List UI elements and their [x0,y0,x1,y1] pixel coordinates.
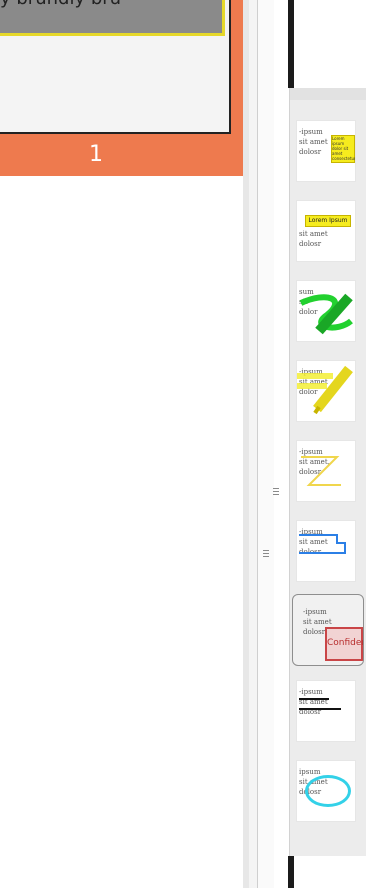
document-border-bottom [288,856,294,888]
thumbnail-header-band: y brundly bru [0,0,225,36]
page-thumbnail-pane: y brundly bru 1 [0,0,243,888]
thumbnail-header-text: y brundly bru [0,0,121,9]
style-item-sticky-note[interactable]: -ipsum sit amet dolosr Lorem ipsum dolor… [296,120,356,182]
page-thumbnail-image: y brundly bru [0,0,231,134]
sticky-note-icon: Lorem ipsum dolor sit amet consectetur [331,135,356,163]
highlighter-icon [297,365,353,415]
style-item-callout[interactable]: -ipsum sit amet dolosr [296,520,356,582]
style-sample-text: -ipsum sit amet dolosr [299,128,328,156]
style-item-zigzag[interactable]: -ipsum sit amet, dolosr [296,440,356,502]
zigzag-icon [301,456,341,486]
style-item-highlighter[interactable]: -ipsum sit amet dolor [296,360,356,422]
panel-grip-icon[interactable] [273,486,279,498]
text-box-icon: Lorem Ipsum [305,215,351,227]
style-item-stamp[interactable]: -ipsum sit amet dolosr Confidential [292,594,364,666]
style-item-circle[interactable]: ipsum sit amet dolosr [296,760,356,822]
page-thumbnail-selected[interactable]: y brundly bru 1 [0,0,243,176]
page-number: 1 [89,142,103,167]
splitter-right[interactable] [273,0,279,888]
annotation-styles-panel: -ipsum sit amet dolosr Lorem ipsum dolor… [289,88,366,856]
splitter-grip-icon[interactable] [263,548,269,560]
style-item-underline[interactable]: -ipsum sit amet dolosr [296,680,356,742]
style-sample-text: sit amet dolosr [299,230,328,248]
circle-icon [305,775,351,807]
callout-icon [299,534,346,554]
splitter-gutter[interactable] [258,0,274,888]
panel-header [290,88,366,100]
underline-icon [299,698,341,710]
stamp-icon: Confidential [325,627,363,661]
style-item-freehand[interactable]: sum sit dolor [296,280,356,342]
document-border-top [288,0,294,88]
green-pen-icon [299,293,353,335]
style-item-text-box[interactable]: Lorem Ipsum sit amet dolosr [296,200,356,262]
splitter-middle[interactable] [249,0,258,888]
